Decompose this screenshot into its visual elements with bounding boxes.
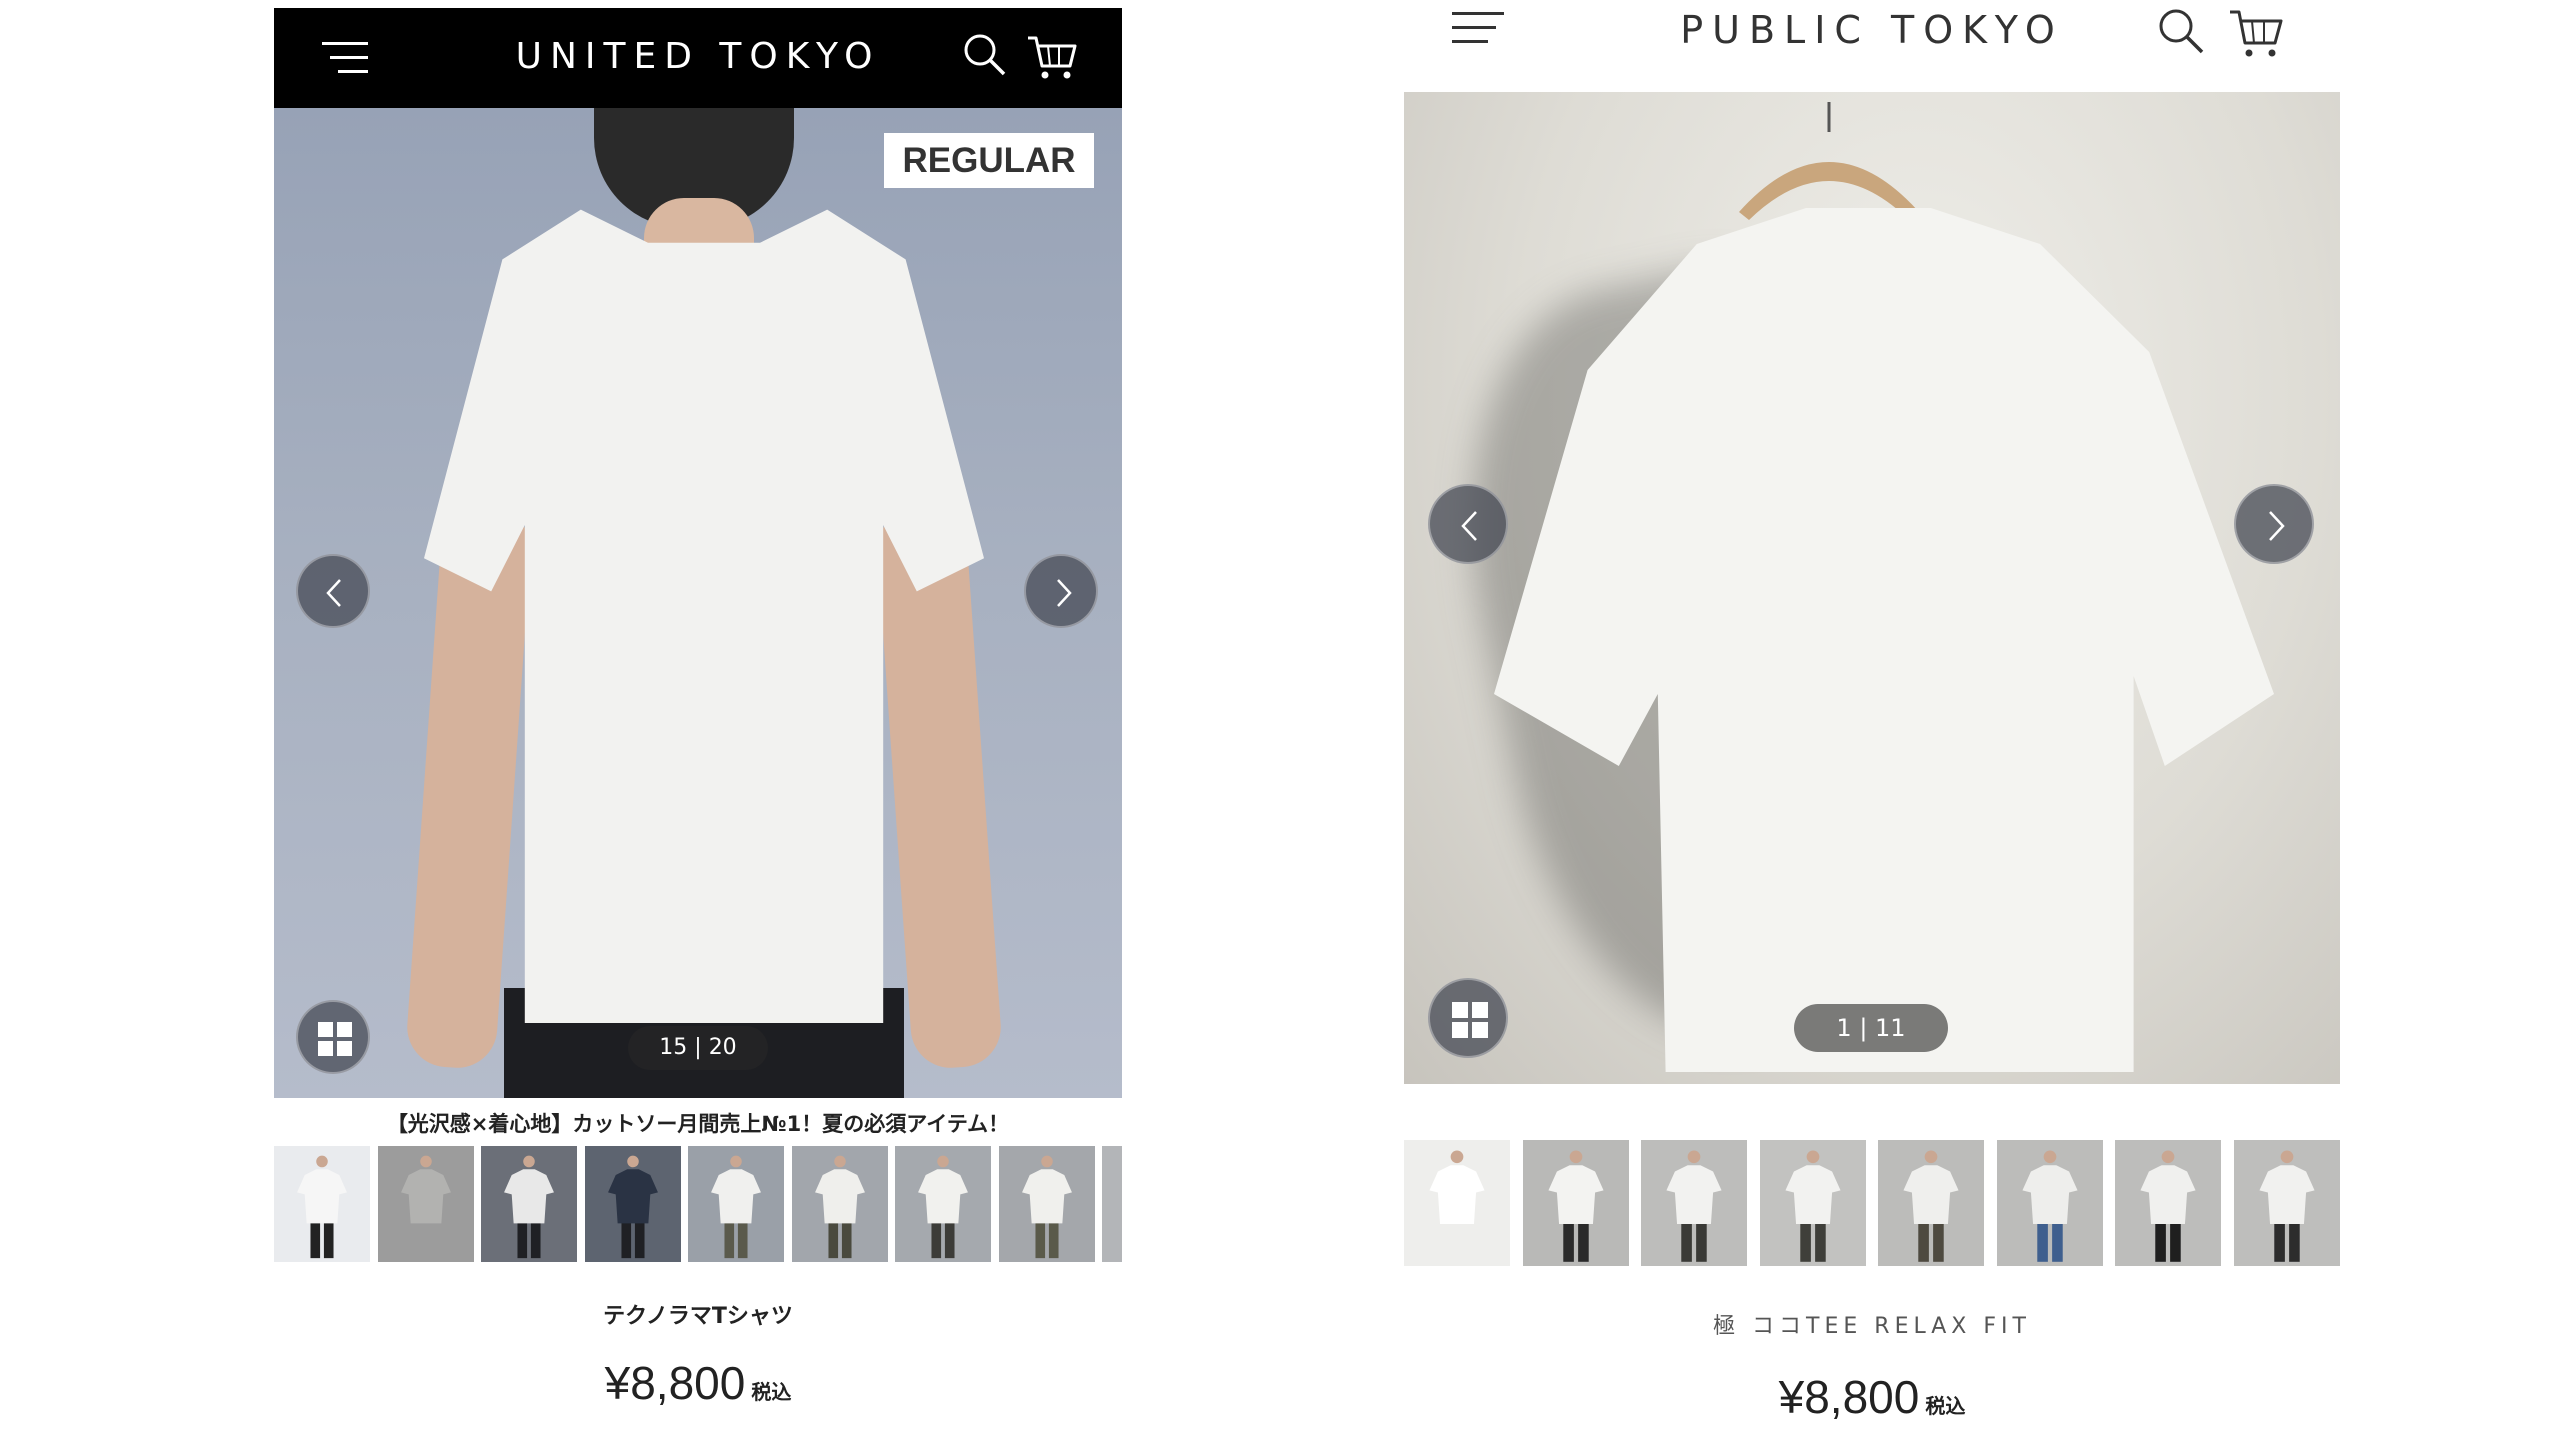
product-price: ¥8,800 [604, 1357, 746, 1409]
grid-icon [318, 1022, 352, 1056]
thumbnail-strip [274, 1146, 1122, 1262]
thumbnail-5[interactable] [688, 1146, 784, 1262]
chevron-left-icon [326, 579, 341, 607]
search-icon[interactable] [2156, 6, 2206, 56]
thumbnail-3[interactable] [481, 1146, 577, 1262]
thumbnail-2[interactable] [377, 1146, 474, 1262]
thumbnail-1[interactable] [1404, 1140, 1510, 1266]
product-name: 極 ココTEE RELAX FIT [1713, 1314, 2031, 1339]
thumbnail-7[interactable] [895, 1146, 991, 1262]
fit-badge: REGULAR [884, 133, 1094, 188]
thumbnail-5[interactable] [1878, 1140, 1984, 1266]
grid-icon [1452, 1002, 1488, 1038]
thumbnail-4[interactable] [584, 1146, 681, 1262]
model-arm-right [874, 505, 1004, 1071]
cart-icon[interactable] [1026, 32, 1078, 82]
next-image-button[interactable] [1024, 554, 1098, 628]
product-price: ¥8,800 [1778, 1371, 1920, 1423]
tax-label: 税込 [751, 1380, 792, 1404]
thumbnail-6[interactable] [791, 1146, 888, 1262]
product-main-image[interactable]: REGULAR 15 | 20 [274, 108, 1122, 1098]
wooden-hanger [1739, 102, 1919, 220]
price-block: ¥8,800 税込 [1404, 1370, 2340, 1424]
grid-view-button[interactable] [1428, 978, 1508, 1058]
united-tokyo-header: UNITED TOKYO [274, 8, 1122, 108]
tax-label: 税込 [1925, 1394, 1966, 1418]
next-image-button[interactable] [2234, 484, 2314, 564]
thumbnail-7[interactable] [2115, 1140, 2221, 1266]
cart-icon[interactable] [2228, 6, 2284, 60]
chevron-right-icon [2269, 511, 2285, 541]
product-catchphrase: 【光沢感×着心地】カットソー月間売上№1！夏の必須アイテム！ [386, 1112, 1010, 1136]
thumbnail-8[interactable] [998, 1146, 1095, 1262]
prev-image-button[interactable] [296, 554, 370, 628]
thumbnail-3[interactable] [1641, 1140, 1747, 1266]
thumbnail-strip [1404, 1140, 2340, 1266]
price-block: ¥8,800 税込 [274, 1356, 1122, 1410]
chevron-right-icon [1057, 579, 1072, 607]
prev-image-button[interactable] [1428, 484, 1508, 564]
thumbnail-6[interactable] [1996, 1140, 2103, 1266]
thumbnail-2[interactable] [1522, 1140, 1629, 1266]
image-counter: 15 | 20 [628, 1026, 768, 1070]
thumbnail-1[interactable] [274, 1146, 370, 1262]
thumbnail-8[interactable] [2233, 1140, 2340, 1266]
product-name: テクノラマTシャツ [603, 1304, 793, 1329]
thumbnail-4[interactable] [1759, 1140, 1866, 1266]
search-icon[interactable] [962, 32, 1008, 78]
chevron-left-icon [1461, 511, 1477, 541]
image-counter: 1 | 11 [1794, 1004, 1948, 1052]
model-arm-left [404, 505, 534, 1071]
product-main-image[interactable]: 1 | 11 [1404, 92, 2340, 1084]
thumbnail-9[interactable] [1102, 1146, 1122, 1262]
grid-view-button[interactable] [296, 1000, 370, 1074]
